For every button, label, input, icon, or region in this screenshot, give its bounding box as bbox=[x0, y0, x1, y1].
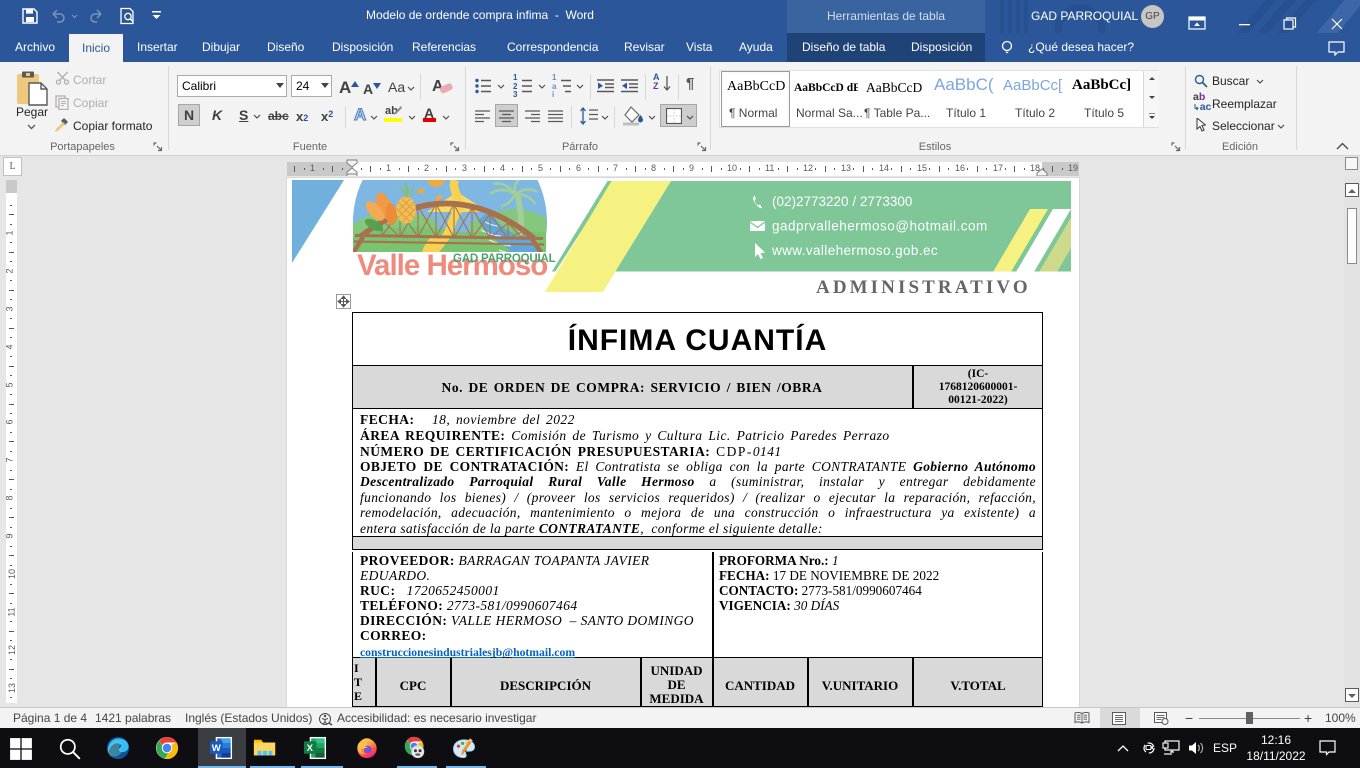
svg-text:X: X bbox=[307, 743, 314, 754]
svg-text:W: W bbox=[212, 743, 222, 754]
svg-text:(02)2773220 / 2773300: (02)2773220 / 2773300 bbox=[772, 194, 912, 209]
svg-text:gadprvallehermoso@hotmail.com: gadprvallehermoso@hotmail.com bbox=[772, 219, 988, 234]
svg-text:GAD PARROQUIAL: GAD PARROQUIAL bbox=[453, 253, 556, 265]
svg-text:www.vallehermoso.gob.ec: www.vallehermoso.gob.ec bbox=[771, 243, 938, 258]
